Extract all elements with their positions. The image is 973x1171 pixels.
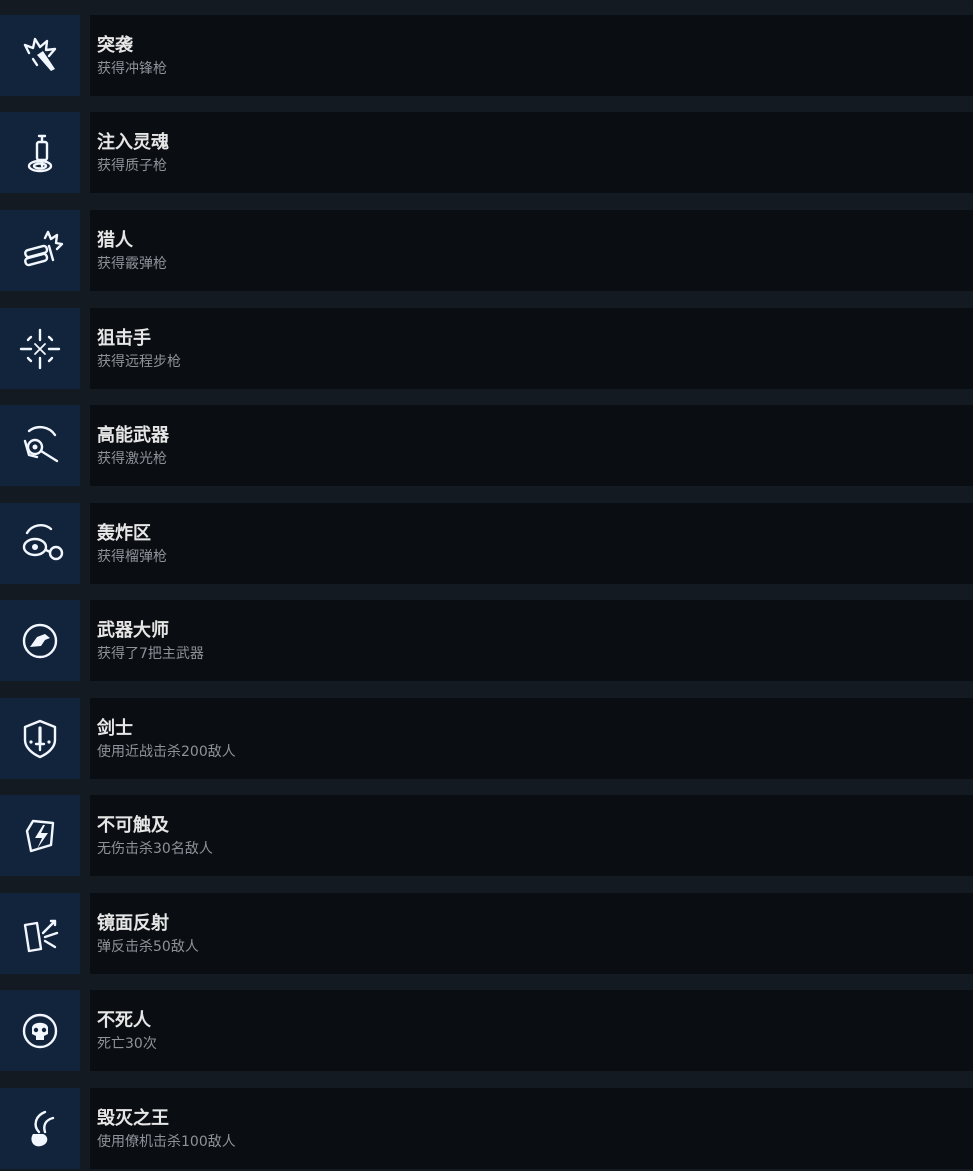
achievement-text: 镜面反射 弹反击杀50敌人	[90, 893, 973, 974]
row-divider	[80, 405, 90, 486]
achievement-title: 毁灭之王	[97, 1108, 169, 1129]
row-divider	[80, 893, 90, 974]
achievement-title: 突袭	[97, 35, 133, 56]
achievement-row[interactable]: 高能武器 获得激光枪	[0, 405, 973, 486]
achievement-icon-box	[0, 698, 80, 779]
achievement-title: 剑士	[97, 718, 133, 739]
achievement-icon-box	[0, 893, 80, 974]
achievement-row[interactable]: 毁灭之王 使用僚机击杀100敌人	[0, 1088, 973, 1169]
achievement-text: 轰炸区 获得榴弹枪	[90, 503, 973, 584]
skull-orb-icon	[22, 1013, 58, 1048]
achievement-row[interactable]: 镜面反射 弹反击杀50敌人	[0, 893, 973, 974]
achievement-row[interactable]: 剑士 使用近战击杀200敌人	[0, 698, 973, 779]
achievement-description: 无伤击杀30名敌人	[97, 841, 213, 857]
achievement-text: 注入灵魂 获得质子枪	[90, 112, 973, 193]
achievement-icon-box	[0, 210, 80, 291]
achievement-title: 镜面反射	[97, 913, 169, 934]
lightning-shield-icon	[25, 819, 55, 852]
burst-gun-icon	[23, 37, 57, 71]
achievement-row[interactable]: 突袭 获得冲锋枪	[0, 15, 973, 96]
achievement-icon-box	[0, 405, 80, 486]
achievement-icon-box	[0, 795, 80, 876]
achievement-description: 获得冲锋枪	[97, 61, 167, 77]
deflect-icon	[23, 919, 59, 952]
achievement-description: 使用近战击杀200敌人	[97, 744, 236, 760]
achievement-description: 使用僚机击杀100敌人	[97, 1134, 236, 1150]
crosshair-icon	[19, 328, 61, 369]
achievement-list: 突袭 获得冲锋枪 注入灵魂 获得质子枪 猎人 获得霰弹枪 狙击手 获得远程步枪 …	[0, 0, 973, 1171]
achievement-description: 获得远程步枪	[97, 354, 181, 370]
achievement-icon-box	[0, 600, 80, 681]
achievement-text: 剑士 使用近战击杀200敌人	[90, 698, 973, 779]
row-divider	[80, 15, 90, 96]
achievement-row[interactable]: 不可触及 无伤击杀30名敌人	[0, 795, 973, 876]
achievement-row[interactable]: 不死人 死亡30次	[0, 990, 973, 1071]
achievement-description: 获得霰弹枪	[97, 256, 167, 272]
achievement-text: 突袭 获得冲锋枪	[90, 15, 973, 96]
claw-drone-icon	[31, 1110, 55, 1146]
sword-shield-icon	[23, 719, 57, 758]
achievement-description: 死亡30次	[97, 1036, 157, 1052]
row-divider	[80, 503, 90, 584]
row-divider	[80, 698, 90, 779]
achievement-icon-box	[0, 990, 80, 1071]
achievement-row[interactable]: 猎人 获得霰弹枪	[0, 210, 973, 291]
achievement-description: 获得激光枪	[97, 451, 167, 467]
achievement-icon-box	[0, 15, 80, 96]
achievement-icon-box	[0, 308, 80, 389]
achievement-title: 注入灵魂	[97, 132, 169, 153]
row-divider	[80, 210, 90, 291]
achievement-row[interactable]: 狙击手 获得远程步枪	[0, 308, 973, 389]
grenade-launcher-icon	[22, 523, 64, 560]
achievement-icon-box	[0, 112, 80, 193]
achievement-text: 毁灭之王 使用僚机击杀100敌人	[90, 1088, 973, 1169]
achievement-text: 不死人 死亡30次	[90, 990, 973, 1071]
achievement-description: 获得了7把主武器	[97, 646, 204, 662]
achievement-row[interactable]: 轰炸区 获得榴弹枪	[0, 503, 973, 584]
syringe-icon	[27, 134, 53, 172]
achievement-title: 高能武器	[97, 425, 169, 446]
achievement-text: 武器大师 获得了7把主武器	[90, 600, 973, 681]
row-divider	[80, 600, 90, 681]
achievement-text: 高能武器 获得激光枪	[90, 405, 973, 486]
achievement-description: 获得质子枪	[97, 158, 167, 174]
row-divider	[80, 1088, 90, 1169]
shotgun-shells-icon	[24, 230, 64, 266]
achievement-description: 获得榴弹枪	[97, 549, 167, 565]
achievement-description: 弹反击杀50敌人	[97, 939, 199, 955]
achievement-text: 不可触及 无伤击杀30名敌人	[90, 795, 973, 876]
achievement-title: 不死人	[97, 1010, 151, 1031]
achievement-icon-box	[0, 503, 80, 584]
achievement-title: 不可触及	[97, 815, 169, 836]
achievement-icon-box	[0, 1088, 80, 1169]
achievement-title: 猎人	[97, 230, 133, 251]
achievement-text: 猎人 获得霰弹枪	[90, 210, 973, 291]
eagle-emblem-icon	[22, 623, 58, 658]
achievement-title: 轰炸区	[97, 523, 151, 544]
achievement-title: 武器大师	[97, 620, 169, 641]
row-divider	[80, 112, 90, 193]
achievement-row[interactable]: 注入灵魂 获得质子枪	[0, 112, 973, 193]
row-divider	[80, 990, 90, 1071]
row-divider	[80, 308, 90, 389]
laser-gun-icon	[23, 425, 59, 462]
row-divider	[80, 795, 90, 876]
achievement-title: 狙击手	[97, 328, 151, 349]
achievement-text: 狙击手 获得远程步枪	[90, 308, 973, 389]
achievement-row[interactable]: 武器大师 获得了7把主武器	[0, 600, 973, 681]
